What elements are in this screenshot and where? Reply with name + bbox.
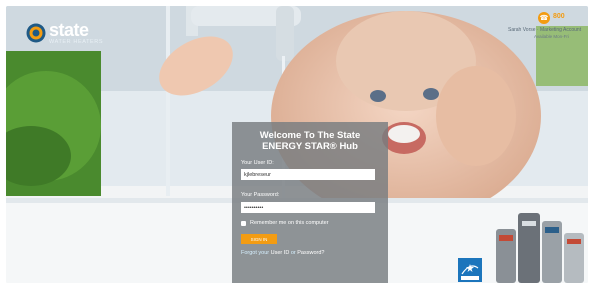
water-heater-products-image xyxy=(496,213,584,283)
state-logo[interactable]: state WATER HEATERS xyxy=(26,21,103,46)
password-label: Your Password: xyxy=(241,192,280,198)
remember-checkbox[interactable] xyxy=(241,220,246,226)
remember-label: Remember me on this computer xyxy=(250,220,329,226)
forgot-credentials: Forgot your User ID or Password? xyxy=(241,250,324,256)
phone-icon: ☎ xyxy=(538,12,550,24)
phone-number[interactable]: 800 xyxy=(553,13,565,20)
logo-subtitle: WATER HEATERS xyxy=(49,39,104,45)
forgot-or: or xyxy=(290,250,296,256)
contact-name: Sarah Vorse · Marketing Account xyxy=(508,27,582,33)
forgot-password: Password? xyxy=(297,250,325,256)
password-input[interactable] xyxy=(241,202,375,213)
logo-wordmark: state xyxy=(49,20,89,40)
login-panel: Welcome To The State ENERGY STAR® Hub Yo… xyxy=(232,122,388,283)
login-title: Welcome To The State ENERGY STAR® Hub xyxy=(259,130,361,152)
forgot-user-id: User ID xyxy=(270,250,290,256)
forgot-prefix-link[interactable]: Forgot your xyxy=(241,250,269,256)
user-id-label: Your User ID: xyxy=(241,160,274,166)
signin-button[interactable]: SIGN IN xyxy=(241,234,277,244)
state-logo-icon xyxy=(26,23,46,43)
contact-hours: Available Mon-Fri xyxy=(534,34,569,39)
energy-star-icon xyxy=(458,258,482,282)
page-frame: state WATER HEATERS ☎ 800 Sarah Vorse · … xyxy=(6,6,588,283)
remember-me[interactable]: Remember me on this computer xyxy=(241,220,329,226)
contact-block: ☎ 800 Sarah Vorse · Marketing Account Av… xyxy=(508,12,588,46)
user-id-input[interactable] xyxy=(241,169,375,180)
